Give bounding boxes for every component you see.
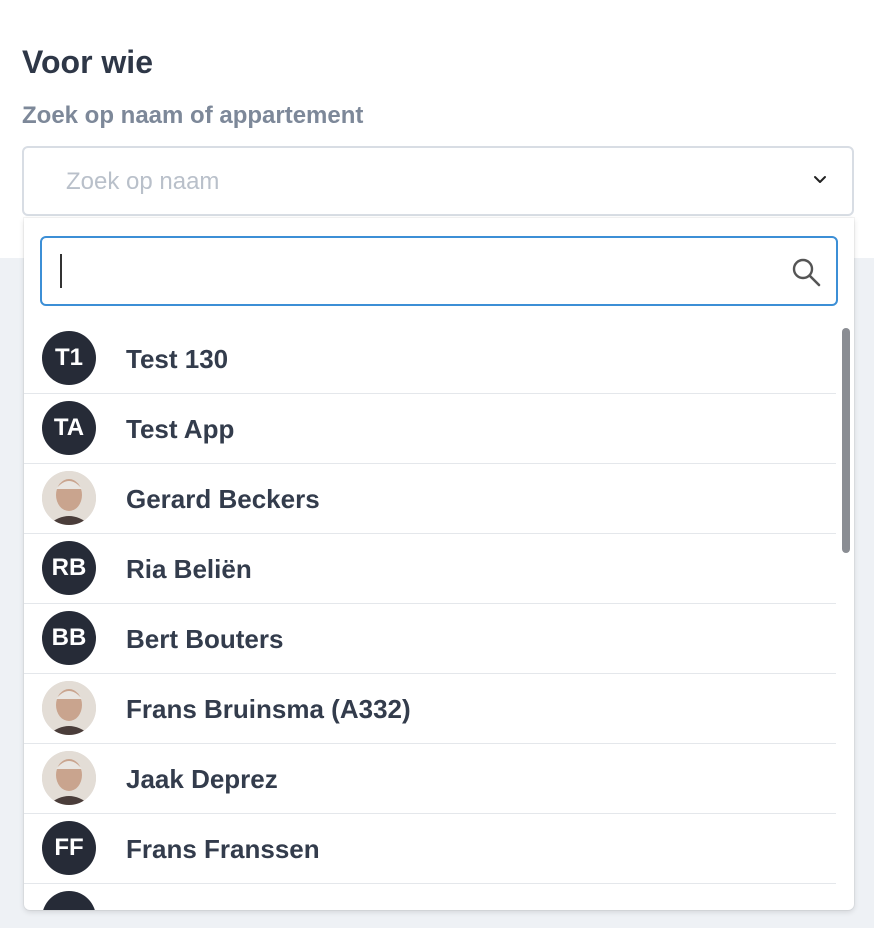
avatar: RB [42,541,96,595]
person-name: Frans Bruinsma (A332) [126,694,411,724]
person-name: Bert Bouters [126,624,284,654]
avatar [42,471,96,525]
person-name: Frans Franssen [126,834,320,864]
person-name: Test App [126,414,235,444]
avatar [42,891,96,910]
select-dropdown: T1 Test 130 TA Test App Gerard Beckers RB Ria … [24,218,854,910]
select-placeholder: Zoek op naam [66,168,220,195]
person-name: Gerard Beckers [126,484,320,514]
scrollbar[interactable] [842,328,850,553]
person-name: Test 130 [126,344,229,374]
list-item[interactable]: T1 Test 130 [24,324,836,394]
list-item[interactable]: Jaak Deprez [24,744,836,814]
avatar: TA [42,401,96,455]
list-item[interactable]: BB Bert Bouters [24,604,836,674]
list-item[interactable]: RB Ria Beliën [24,534,836,604]
list-item[interactable] [24,884,836,910]
avatar: FF [42,821,96,875]
list-item[interactable]: FF Frans Franssen [24,814,836,884]
section-title: Voor wie [22,44,153,80]
avatar [42,681,96,735]
avatar [42,751,96,805]
list-item[interactable]: Gerard Beckers [24,464,836,534]
text-caret [60,254,62,288]
search-icon [792,258,821,287]
list-item[interactable]: TA Test App [24,394,836,464]
field-label: Zoek op naam of appartement [22,102,364,129]
chevron-down-icon[interactable] [810,170,830,190]
avatar: T1 [42,331,96,385]
search-input[interactable] [40,236,838,306]
person-list: T1 Test 130 TA Test App Gerard Beckers RB Ria … [24,324,836,910]
list-item[interactable]: Frans Bruinsma (A332) [24,674,836,744]
person-name: Ria Beliën [126,554,252,584]
person-select[interactable]: Zoek op naam [22,146,854,216]
avatar: BB [42,611,96,665]
person-name: Jaak Deprez [126,764,278,794]
